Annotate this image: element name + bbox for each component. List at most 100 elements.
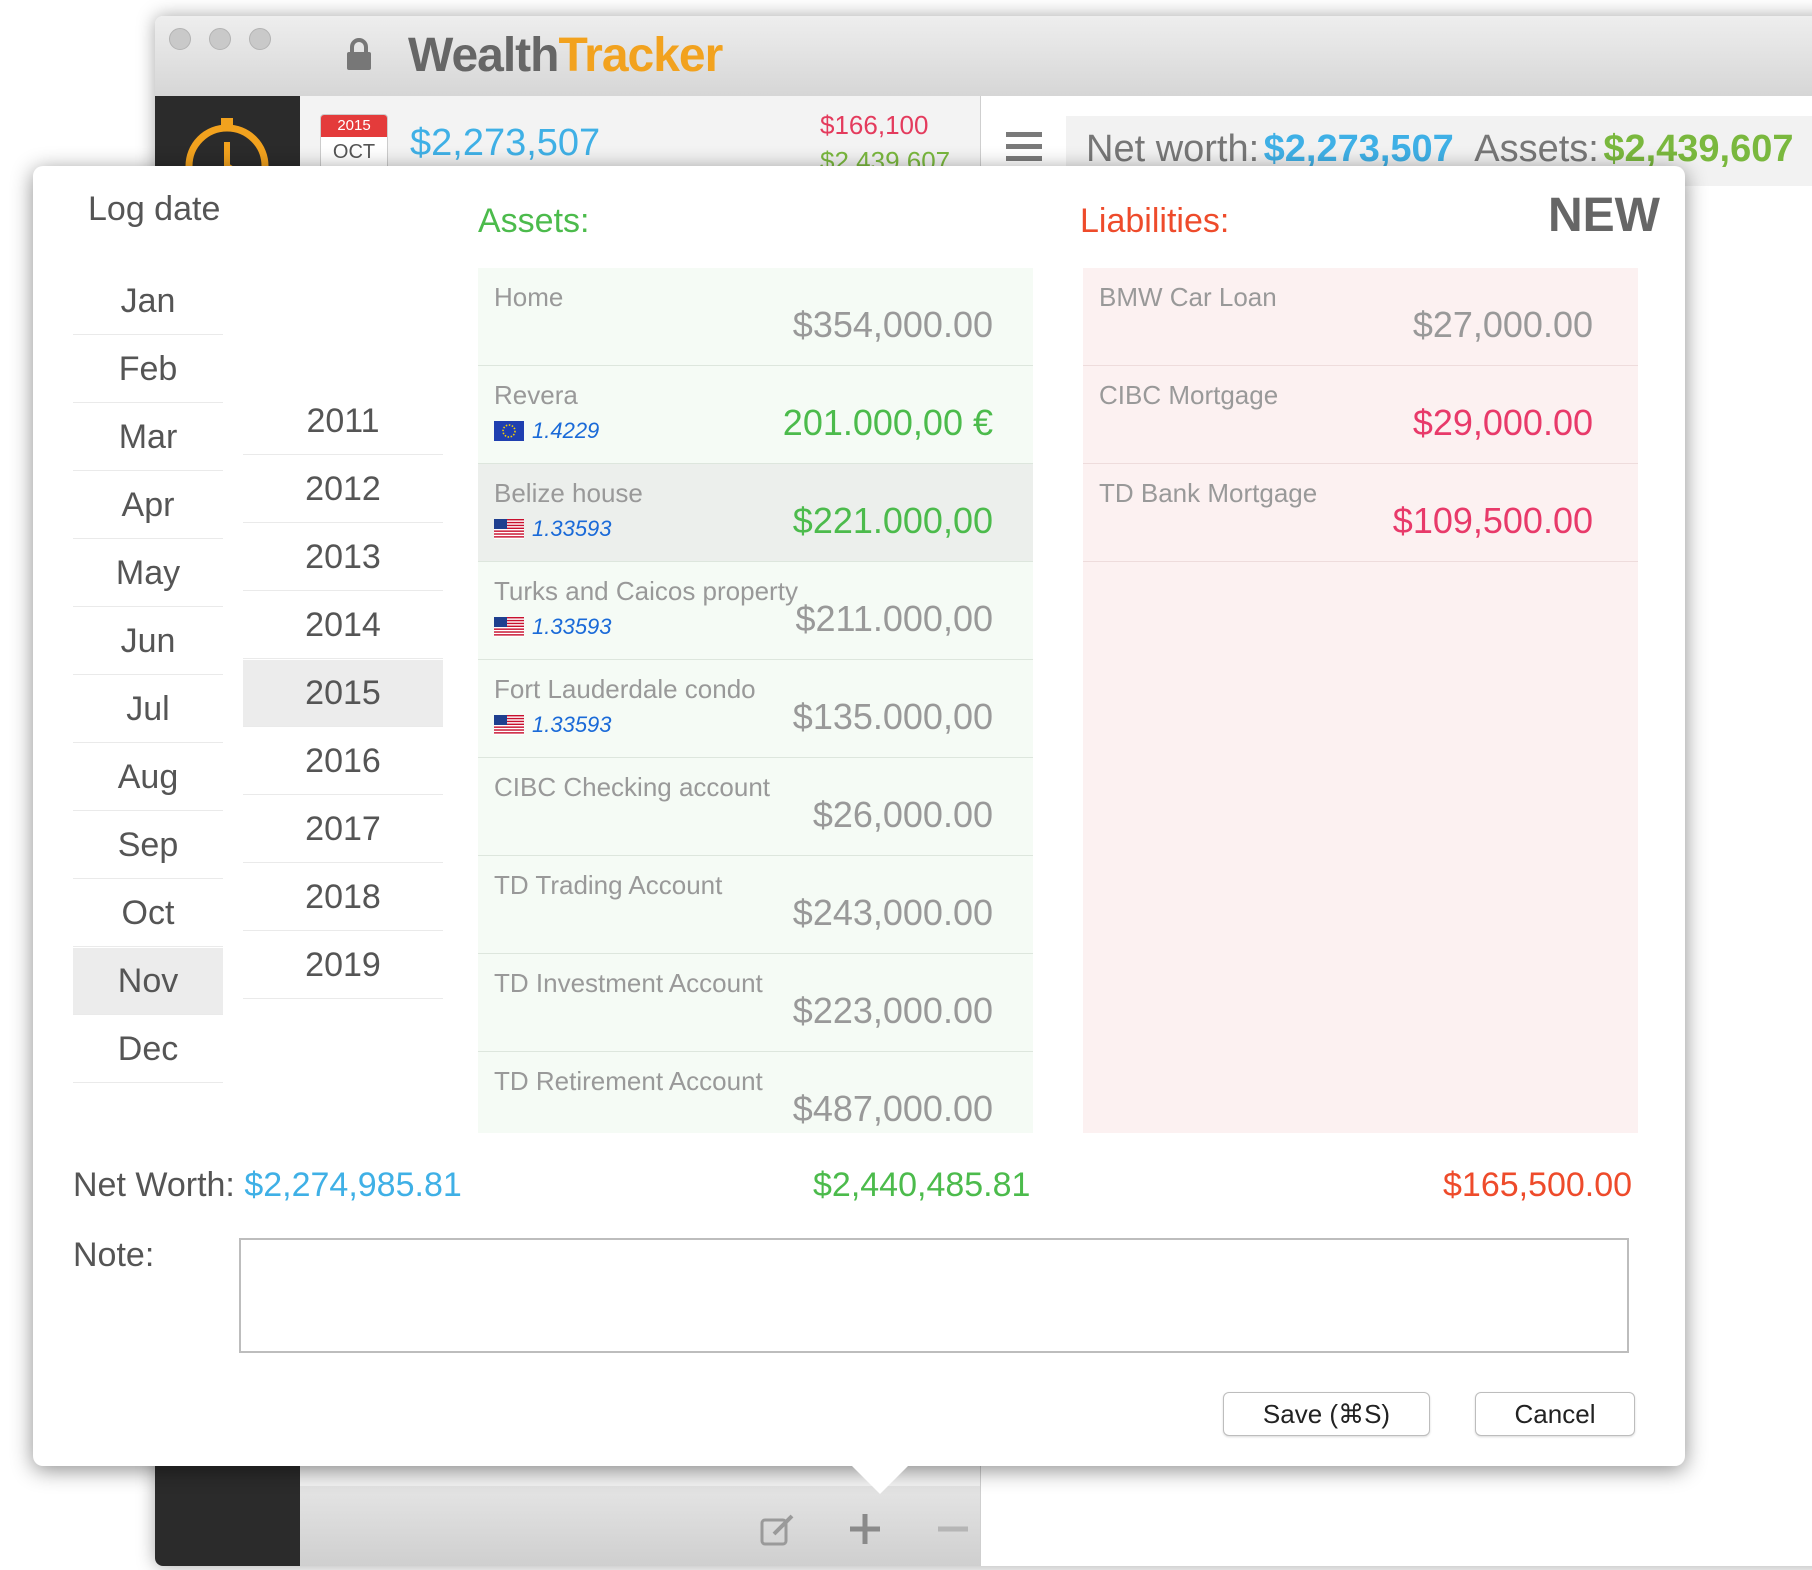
liability-amount[interactable]: $27,000.00 xyxy=(1413,304,1593,346)
liability-name: CIBC Mortgage xyxy=(1099,380,1279,410)
new-log-popover: Log date Jan Feb Mar Apr May Jun Jul Aug… xyxy=(33,166,1685,1466)
asset-name: Home xyxy=(494,282,564,312)
asset-name: TD Trading Account xyxy=(494,870,723,900)
list-item-liabilities: $166,100 xyxy=(820,110,929,140)
liability-row[interactable]: TD Bank Mortgage $109,500.00 xyxy=(1083,464,1638,562)
exchange-rate-value: 1.33593 xyxy=(532,712,612,737)
asset-name: Belize house xyxy=(494,478,643,508)
net-worth-value: $2,273,507 xyxy=(1263,128,1454,170)
month-option[interactable]: Aug xyxy=(73,744,223,811)
liabilities-total: $165,500.00 xyxy=(1443,1166,1633,1204)
asset-row[interactable]: Fort Lauderdale condo 1.33593 $135.000,00 xyxy=(478,660,1033,758)
asset-name: Turks and Caicos property xyxy=(494,576,798,606)
asset-row[interactable]: TD Trading Account $243,000.00 xyxy=(478,856,1033,954)
month-option[interactable]: Mar xyxy=(73,404,223,471)
list-toolbar xyxy=(300,1486,980,1566)
app-title-part1: Wealth xyxy=(408,29,559,82)
assets-label: Assets: xyxy=(1474,128,1599,170)
asset-amount[interactable]: $487,000.00 xyxy=(793,1088,993,1130)
app-title: WealthTracker xyxy=(408,28,723,83)
asset-name: CIBC Checking account xyxy=(494,772,771,802)
year-option[interactable]: 2017 xyxy=(243,796,443,863)
net-worth-total: Net Worth: $2,274,985.81 xyxy=(73,1166,462,1205)
list-item-net-worth: $2,273,507 xyxy=(410,122,601,164)
cancel-button[interactable]: Cancel xyxy=(1475,1392,1635,1436)
asset-name: TD Retirement Account xyxy=(494,1066,763,1096)
zoom-window-button[interactable] xyxy=(249,28,271,50)
liabilities-title: Liabilities: xyxy=(1080,202,1230,240)
year-option-selected[interactable]: 2015 xyxy=(243,660,443,727)
net-worth-total-value: $2,274,985.81 xyxy=(244,1166,462,1204)
asset-name: Fort Lauderdale condo xyxy=(494,674,756,704)
assets-total: $2,440,485.81 xyxy=(813,1166,1031,1204)
year-option[interactable]: 2014 xyxy=(243,592,443,659)
exchange-rate: 1.4229 xyxy=(494,418,599,444)
year-option[interactable]: 2012 xyxy=(243,456,443,523)
eu-flag-icon xyxy=(494,421,524,441)
exchange-rate-value: 1.33593 xyxy=(532,614,612,639)
liability-row[interactable]: BMW Car Loan $27,000.00 xyxy=(1083,268,1638,366)
asset-amount[interactable]: $221.000,00 xyxy=(793,500,993,542)
exchange-rate-value: 1.33593 xyxy=(532,516,612,541)
exchange-rate: 1.33593 xyxy=(494,712,612,738)
month-option[interactable]: Feb xyxy=(73,336,223,403)
month-option[interactable]: Jan xyxy=(73,268,223,335)
liability-amount[interactable]: $29,000.00 xyxy=(1413,402,1593,444)
year-option[interactable]: 2019 xyxy=(243,932,443,999)
net-worth-label: Net worth: xyxy=(1086,128,1260,170)
assets-title: Assets: xyxy=(478,202,590,240)
month-option[interactable]: May xyxy=(73,540,223,607)
list-item[interactable]: 2015 OCT $2,273,507 $166,100 $2,439,607 xyxy=(300,96,980,182)
month-option-selected[interactable]: Nov xyxy=(73,948,223,1015)
liability-amount[interactable]: $109,500.00 xyxy=(1393,500,1593,542)
month-option[interactable]: Sep xyxy=(73,812,223,879)
close-window-button[interactable] xyxy=(169,28,191,50)
month-option[interactable]: Dec xyxy=(73,1016,223,1083)
asset-amount[interactable]: $354,000.00 xyxy=(793,304,993,346)
asset-amount[interactable]: 201.000,00 € xyxy=(783,402,993,444)
asset-amount[interactable]: $243,000.00 xyxy=(793,892,993,934)
minimize-window-button[interactable] xyxy=(209,28,231,50)
us-flag-icon xyxy=(494,715,524,735)
month-option[interactable]: Oct xyxy=(73,880,223,947)
asset-row[interactable]: TD Investment Account $223,000.00 xyxy=(478,954,1033,1052)
year-option[interactable]: 2016 xyxy=(243,728,443,795)
popover-arrow xyxy=(852,1466,908,1494)
asset-name: TD Investment Account xyxy=(494,968,763,998)
app-title-part2: Tracker xyxy=(558,29,723,82)
menu-icon[interactable] xyxy=(1006,132,1042,162)
assets-list: Home $354,000.00 Revera 1.4229 201.000,00 € B… xyxy=(478,268,1033,1133)
asset-amount[interactable]: $26,000.00 xyxy=(813,794,993,836)
liability-name: BMW Car Loan xyxy=(1099,282,1277,312)
asset-amount[interactable]: $135.000,00 xyxy=(793,696,993,738)
month-option[interactable]: Jul xyxy=(73,676,223,743)
asset-row[interactable]: Revera 1.4229 201.000,00 € xyxy=(478,366,1033,464)
calendar-month: OCT xyxy=(332,141,376,163)
save-button[interactable]: Save (⌘S) xyxy=(1223,1392,1430,1436)
note-label: Note: xyxy=(73,1236,155,1274)
add-icon[interactable] xyxy=(848,1512,882,1546)
month-option[interactable]: Apr xyxy=(73,472,223,539)
edit-icon[interactable] xyxy=(760,1514,796,1546)
exchange-rate: 1.33593 xyxy=(494,516,612,542)
asset-name: Revera xyxy=(494,380,578,410)
asset-row[interactable]: CIBC Checking account $26,000.00 xyxy=(478,758,1033,856)
asset-row[interactable]: Turks and Caicos property 1.33593 $211.000… xyxy=(478,562,1033,660)
note-field[interactable] xyxy=(239,1238,1629,1353)
asset-amount[interactable]: $223,000.00 xyxy=(793,990,993,1032)
month-option[interactable]: Jun xyxy=(73,608,223,675)
year-option[interactable]: 2013 xyxy=(243,524,443,591)
year-option[interactable]: 2011 xyxy=(243,388,443,455)
lock-icon[interactable] xyxy=(345,38,373,72)
year-option[interactable]: 2018 xyxy=(243,864,443,931)
liability-name: TD Bank Mortgage xyxy=(1099,478,1318,508)
remove-icon[interactable] xyxy=(936,1512,970,1546)
asset-row[interactable]: Home $354,000.00 xyxy=(478,268,1033,366)
new-label: NEW xyxy=(1548,189,1660,242)
asset-row[interactable]: TD Retirement Account $487,000.00 xyxy=(478,1052,1033,1133)
asset-row-selected[interactable]: Belize house 1.33593 $221.000,00 xyxy=(478,464,1033,562)
exchange-rate-value: 1.4229 xyxy=(532,418,600,443)
asset-amount[interactable]: $211.000,00 xyxy=(795,598,993,640)
liability-row[interactable]: CIBC Mortgage $29,000.00 xyxy=(1083,366,1638,464)
net-worth-total-label: Net Worth: xyxy=(73,1166,235,1204)
